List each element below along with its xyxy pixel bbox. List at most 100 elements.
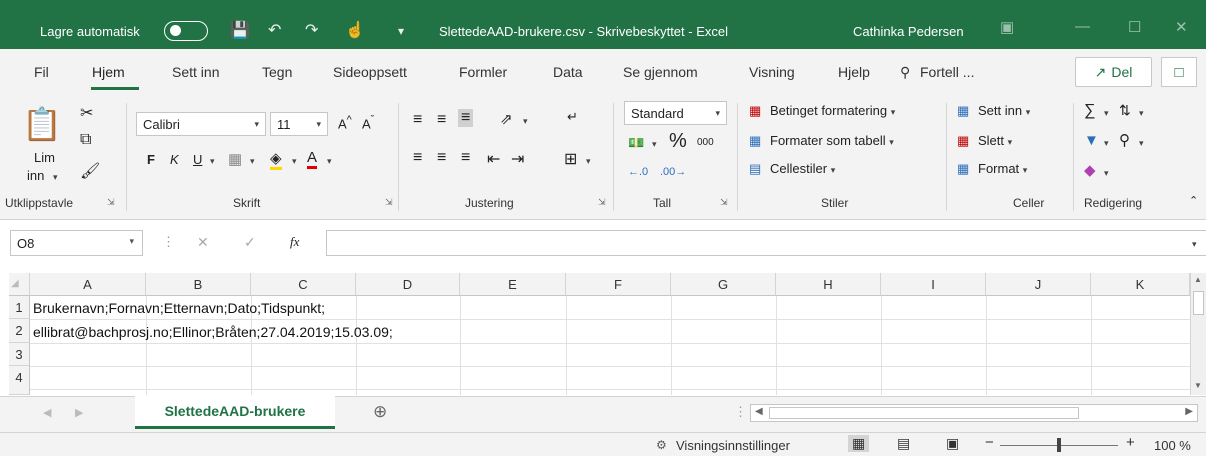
paste-dropdown-icon[interactable]: ▾ xyxy=(53,172,58,183)
format-painter-icon[interactable]: 🖌 xyxy=(80,161,100,181)
fill-icon[interactable]: ▼ xyxy=(1084,132,1099,149)
alignment-launcher-icon[interactable]: ⇲ xyxy=(598,197,606,208)
column-header[interactable]: E xyxy=(460,273,566,296)
decrease-decimal-icon[interactable]: .00→ xyxy=(660,166,686,178)
borders-icon[interactable]: ▦ xyxy=(228,150,242,168)
column-header[interactable]: B xyxy=(146,273,251,296)
delete-cells-button[interactable]: Slett ▾ xyxy=(978,133,1012,148)
vertical-scrollbar[interactable]: ▲ ▼ xyxy=(1190,273,1206,395)
cut-icon[interactable]: ✂ xyxy=(80,103,93,123)
chevron-down-icon[interactable]: ▾ xyxy=(1104,108,1109,119)
bold-button[interactable]: F xyxy=(147,152,155,167)
column-header[interactable]: F xyxy=(566,273,671,296)
normal-view-icon[interactable]: ▦ xyxy=(848,435,870,452)
tab-view[interactable]: Visning xyxy=(749,64,795,80)
minimize-icon[interactable]: — xyxy=(1075,18,1090,35)
formula-input[interactable] xyxy=(326,230,1206,256)
row-header[interactable]: 4 xyxy=(9,366,30,395)
customize-toolbar-icon[interactable]: ▾ xyxy=(398,24,404,38)
sort-filter-icon[interactable]: ⇅ xyxy=(1119,102,1131,119)
chevron-down-icon[interactable]: ▾ xyxy=(523,116,528,127)
prev-sheet-icon[interactable]: ◀ xyxy=(43,406,51,419)
user-name[interactable]: Cathinka Pedersen xyxy=(853,24,964,39)
collapse-ribbon-icon[interactable]: ⌃ xyxy=(1189,194,1198,207)
orientation-icon[interactable]: ⇗ xyxy=(500,110,513,128)
page-break-view-icon[interactable]: ▣ xyxy=(946,435,959,452)
font-launcher-icon[interactable]: ⇲ xyxy=(385,197,393,208)
paste-label[interactable]: Lim xyxy=(34,150,55,165)
scroll-up-icon[interactable]: ▲ xyxy=(1194,275,1202,284)
align-top-icon[interactable]: ≡ xyxy=(413,111,422,129)
chevron-down-icon[interactable]: ▾ xyxy=(327,156,332,167)
paste-icon[interactable]: 📋 xyxy=(22,105,62,143)
insert-function-icon[interactable]: fx xyxy=(290,234,299,250)
close-icon[interactable]: ✕ xyxy=(1175,18,1188,36)
autosave-toggle[interactable] xyxy=(164,21,208,41)
column-header[interactable]: A xyxy=(30,273,146,296)
column-header[interactable]: D xyxy=(356,273,460,296)
view-settings-button[interactable]: Visningsinnstillinger xyxy=(676,438,790,453)
column-header[interactable]: K xyxy=(1091,273,1190,296)
share-button[interactable]: ↗ Del xyxy=(1075,57,1152,87)
font-name-select[interactable]: Calibri ▾ xyxy=(136,112,266,136)
tab-page-layout[interactable]: Sideoppsett xyxy=(333,64,407,80)
column-header[interactable]: J xyxy=(986,273,1091,296)
cell-a2[interactable]: ellibrat@bachprosj.no;Ellinor;Bråten;27.… xyxy=(33,324,393,340)
save-icon[interactable]: 💾 xyxy=(230,20,250,40)
decrease-font-icon[interactable]: Aˇ xyxy=(362,114,374,131)
chevron-down-icon[interactable]: ▾ xyxy=(652,139,657,150)
touch-mode-icon[interactable]: ☝ xyxy=(345,20,365,40)
cancel-icon[interactable]: ✕ xyxy=(197,234,209,251)
chevron-down-icon[interactable]: ▾ xyxy=(250,156,255,167)
font-color-icon[interactable]: A xyxy=(307,149,318,169)
tab-insert[interactable]: Sett inn xyxy=(172,64,219,80)
wrap-text-icon[interactable]: ↵ xyxy=(567,109,578,125)
column-header[interactable]: H xyxy=(776,273,881,296)
column-header[interactable]: C xyxy=(251,273,356,296)
accounting-format-icon[interactable]: 💵 xyxy=(628,135,644,151)
font-size-select[interactable]: 11 ▾ xyxy=(270,112,328,136)
worksheet-grid[interactable]: ◢ A B C D E F G H I J K 1 2 3 4 Brukerna… xyxy=(0,273,1190,395)
name-box[interactable]: O8 ▾ xyxy=(10,230,143,256)
increase-font-icon[interactable]: A^ xyxy=(338,114,352,131)
tab-review[interactable]: Se gjennom xyxy=(623,64,698,80)
add-sheet-icon[interactable]: ⊕ xyxy=(373,402,387,422)
chevron-down-icon[interactable]: ▾ xyxy=(1104,168,1109,179)
horizontal-scroll-thumb[interactable] xyxy=(769,407,1079,419)
copy-icon[interactable]: ⧉ xyxy=(80,131,91,149)
sheet-tab-active[interactable]: SlettedeAAD-brukere xyxy=(135,396,335,429)
align-right-icon[interactable]: ≡ xyxy=(461,149,470,167)
clear-icon[interactable]: ◆ xyxy=(1084,161,1096,179)
align-center-icon[interactable]: ≡ xyxy=(437,149,446,167)
ribbon-display-icon[interactable]: ▣ xyxy=(1000,18,1014,36)
tab-data[interactable]: Data xyxy=(553,64,583,80)
search-icon[interactable]: ⚲ xyxy=(900,64,910,81)
align-middle-icon[interactable]: ≡ xyxy=(437,111,446,129)
row-header[interactable]: 2 xyxy=(9,319,30,343)
number-launcher-icon[interactable]: ⇲ xyxy=(720,197,728,208)
tell-me-input[interactable]: Fortell ... xyxy=(920,64,974,80)
maximize-icon[interactable]: ☐ xyxy=(1128,18,1141,36)
enter-icon[interactable]: ✓ xyxy=(244,234,256,251)
column-header[interactable]: G xyxy=(671,273,776,296)
row-header[interactable]: 1 xyxy=(9,296,30,319)
conditional-formatting-button[interactable]: Betinget formatering ▾ xyxy=(770,103,895,118)
insert-cells-button[interactable]: Sett inn ▾ xyxy=(978,103,1030,118)
underline-button[interactable]: U xyxy=(193,152,202,167)
redo-icon[interactable]: ↷ xyxy=(305,20,318,40)
tab-file[interactable]: Fil xyxy=(34,64,49,80)
autosum-icon[interactable]: ∑ xyxy=(1084,102,1095,120)
merge-center-icon[interactable]: ⊞ xyxy=(564,149,577,169)
zoom-in-icon[interactable]: + xyxy=(1126,434,1135,451)
tab-help[interactable]: Hjelp xyxy=(838,64,870,80)
select-all-corner[interactable]: ◢ xyxy=(9,273,30,296)
scroll-left-icon[interactable]: ◀ xyxy=(755,406,763,417)
scroll-down-icon[interactable]: ▼ xyxy=(1194,381,1202,390)
decrease-indent-icon[interactable]: ⇤ xyxy=(487,149,500,169)
number-format-select[interactable]: Standard ▾ xyxy=(624,101,727,125)
zoom-out-icon[interactable]: − xyxy=(985,434,994,451)
zoom-slider-thumb[interactable] xyxy=(1057,438,1061,452)
next-sheet-icon[interactable]: ▶ xyxy=(75,406,83,419)
zoom-level[interactable]: 100 % xyxy=(1154,438,1191,453)
chevron-down-icon[interactable]: ▾ xyxy=(586,156,591,167)
